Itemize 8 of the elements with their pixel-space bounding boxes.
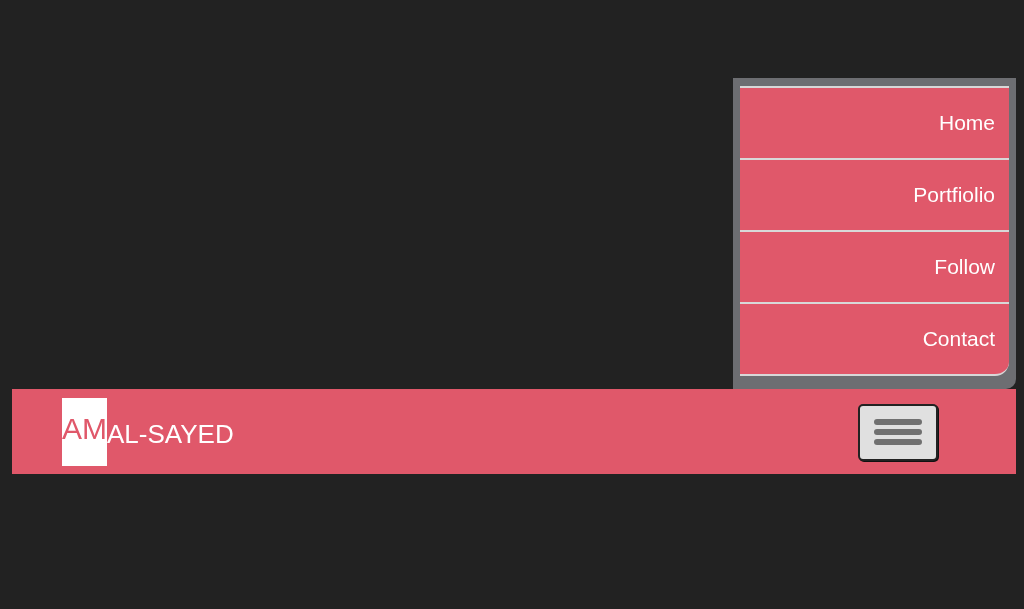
menu-item[interactable]: Follow bbox=[740, 230, 1009, 302]
menu-item[interactable]: Home bbox=[740, 86, 1009, 158]
menu-icon bbox=[873, 418, 923, 446]
menu-item[interactable]: Contact bbox=[740, 302, 1009, 376]
menu-item[interactable]: Portfiolio bbox=[740, 158, 1009, 230]
logo-text: AL-SAYED bbox=[107, 418, 234, 450]
logo-initials: AM bbox=[62, 397, 107, 466]
menu-button[interactable] bbox=[858, 403, 938, 461]
